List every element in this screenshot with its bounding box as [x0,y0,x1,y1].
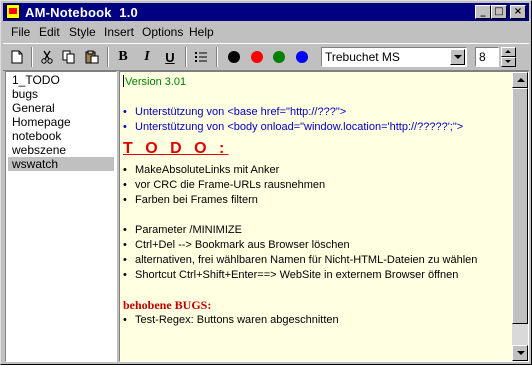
bold-button[interactable]: B [113,47,133,67]
bullet-list-icon[interactable] [191,47,211,67]
bugs-heading: behobene BUGS: [123,298,212,312]
menu-help[interactable]: Help [189,25,214,39]
color-red-button[interactable] [251,51,263,63]
vertical-scrollbar[interactable] [512,72,528,361]
menu-insert[interactable]: Insert [104,25,134,39]
menu-style[interactable]: Style [69,25,96,39]
sidebar-item-1-todo[interactable]: 1_TODO [8,73,114,87]
close-button[interactable]: × [510,5,526,19]
list-item: Test-Regex: Buttons waren abgeschnitten [123,313,513,328]
font-size-value: 8 [479,50,486,64]
list-item: vor CRC die Frame-URLs rausnehmen [123,178,513,193]
app-icon[interactable] [6,4,20,19]
list-item: Unterstützung von <body onload="window.l… [123,120,513,135]
copy-icon[interactable] [59,47,79,67]
menu-edit[interactable]: Edit [39,25,60,39]
toolbar-separator [31,47,33,67]
sidebar-item-general[interactable]: General [8,101,114,115]
font-name-select[interactable]: Trebuchet MS [321,47,467,67]
font-size-up-button[interactable] [501,47,516,57]
window-title: AM-Notebook 1.0 [25,5,138,20]
maximize-button[interactable]: □ [491,5,507,19]
scroll-up-button[interactable] [512,72,528,88]
font-name-value: Trebuchet MS [325,50,400,64]
scroll-down-button[interactable] [512,345,528,361]
list-item: Farben bei Frames filtern [123,193,513,208]
new-document-icon[interactable] [7,47,27,67]
cut-icon[interactable] [37,47,57,67]
app-window: AM-Notebook 1.0 _ □ × File Edit Style In… [0,0,532,365]
minimize-button[interactable]: _ [475,5,491,19]
list-item: alternativen, frei wählbaren Namen für N… [123,253,513,268]
toolbar: B I U Trebuchet MS 8 [3,43,529,71]
version-text: Version 3.01 [123,75,187,88]
underline-button[interactable]: U [160,47,180,67]
scrollbar-thumb[interactable] [512,88,528,324]
toolbar-separator [216,47,218,67]
menu-file[interactable]: File [11,25,30,39]
editor-content[interactable]: Version 3.01 Unterstützung von <base hre… [123,75,513,328]
list-item: Parameter /MINIMIZE [123,223,513,238]
menu-bar: File Edit Style Insert Options Help [3,23,529,41]
toolbar-separator [185,47,187,67]
list-item: Shortcut Ctrl+Shift+Enter==> WebSite in … [123,268,513,283]
font-size-down-button[interactable] [501,57,516,67]
title-bar[interactable]: AM-Notebook 1.0 _ □ × [3,3,529,21]
paste-icon[interactable] [82,47,102,67]
text-cursor [123,75,124,87]
list-item: MakeAbsoluteLinks mit Anker [123,163,513,178]
todo-heading: T O D O : [123,140,229,157]
list-item: Unterstützung von <base href="http://???… [123,105,513,120]
sidebar-item-wswatch[interactable]: wswatch [8,157,114,171]
color-black-button[interactable] [228,51,240,63]
sidebar-item-homepage[interactable]: Homepage [8,115,114,129]
color-green-button[interactable] [273,51,285,63]
color-blue-button[interactable] [296,51,308,63]
toolbar-separator [107,47,109,67]
sidebar-item-webszene[interactable]: webszene [8,143,114,157]
editor-area[interactable]: Version 3.01 Unterstützung von <base hre… [119,71,529,362]
sidebar-item-notebook[interactable]: notebook [8,129,114,143]
chevron-down-icon[interactable] [450,49,465,65]
italic-button[interactable]: I [137,47,157,67]
list-item: Ctrl+Del --> Bookmark aus Browser lösche… [123,238,513,253]
notebook-list: 1_TODO bugs General Homepage notebook webszen… [5,71,117,362]
sidebar-item-bugs[interactable]: bugs [8,87,114,101]
font-size-input[interactable]: 8 [475,47,499,67]
menu-options[interactable]: Options [142,25,183,39]
